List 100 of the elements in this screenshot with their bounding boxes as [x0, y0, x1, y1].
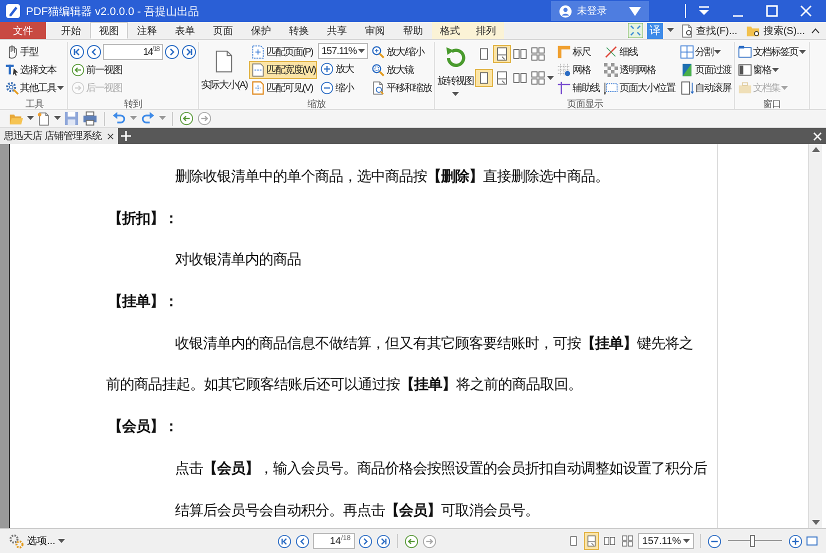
caret-icon [27, 116, 34, 121]
previous-page-icon[interactable] [294, 534, 310, 548]
group-label: 窗口 [762, 98, 782, 109]
paragraph-text: 收银清单内的商品信息不做结算，但又有其它顾客要结账时，可按【挂单】键先将之 [174, 334, 694, 354]
search-button[interactable]: 搜索(S)... [743, 24, 807, 38]
find-button[interactable]: 查找(F)... [678, 24, 740, 38]
maximize-icon[interactable] [766, 5, 778, 17]
ribbon-button[interactable]: 自动滚屏 [678, 79, 734, 97]
ribbon-button[interactable]: 透明网格 [602, 61, 678, 79]
ribbon-button[interactable]: 细线 [602, 43, 678, 61]
ribbon-button[interactable]: 其他工具 [3, 79, 66, 97]
menu-tab[interactable]: 页面 [204, 22, 242, 39]
menu-tab[interactable]: 排列 [468, 22, 504, 39]
ribbon-button[interactable]: 选择文本 [3, 61, 66, 79]
zoom-slider[interactable] [728, 535, 782, 547]
menu-tab[interactable]: 转换 [280, 22, 318, 39]
caret-icon [772, 68, 780, 72]
find-icon [680, 24, 694, 38]
zoom-combo[interactable]: 157.11% [318, 43, 368, 59]
new-file-icon[interactable] [37, 110, 51, 126]
menu-tab[interactable]: 文件 [0, 22, 46, 39]
guide-line-icon [557, 81, 572, 95]
ribbon-button[interactable]: 手型 [3, 43, 66, 61]
ribbon-button[interactable]: 页面过渡 [678, 61, 734, 79]
tabs-icon [738, 45, 752, 59]
ribbon-button[interactable]: 旋转视图 [436, 43, 474, 97]
close-icon[interactable] [813, 132, 822, 140]
next-page-icon[interactable] [358, 534, 373, 548]
zoom-in-icon[interactable] [788, 534, 803, 548]
zoom-in-icon [320, 62, 334, 76]
menu-tab[interactable]: 帮助 [394, 22, 432, 39]
slider-thumb[interactable] [750, 535, 756, 547]
menu-tab[interactable]: 开始 [52, 22, 90, 39]
print-icon[interactable] [82, 111, 98, 126]
caret-icon [358, 48, 366, 54]
caret-icon [781, 86, 788, 90]
ribbon-button[interactable]: 标尺 [555, 43, 602, 61]
last-page-icon[interactable] [181, 44, 197, 60]
ribbon-button[interactable]: 分割 [678, 43, 734, 61]
menu-tab[interactable]: 视图 [90, 22, 128, 39]
zoom-combo[interactable]: 157.11% [638, 533, 694, 549]
previous-page-icon[interactable] [86, 44, 102, 60]
zoom-out-icon[interactable] [706, 534, 722, 548]
options-button[interactable]: 选项... [8, 533, 66, 549]
facing-continuous-icon[interactable] [529, 45, 548, 63]
briefcase-icon [738, 81, 752, 95]
ribbon-button[interactable]: 页面大小/位置 [602, 79, 678, 97]
scroll-up-icon[interactable] [812, 147, 820, 152]
caret-icon [667, 28, 674, 33]
ribbon-button[interactable]: 窗格 [736, 61, 808, 79]
paragraph-text: 点击【会员】，输入会员号。商品价格会按照设置的会员折扣自动调整如设置了积分后 [174, 460, 708, 479]
menu-tab[interactable]: 共享 [318, 22, 356, 39]
ribbon-button[interactable]: 辅助线 [555, 79, 602, 97]
caret-icon [547, 76, 554, 80]
ribbon-button[interactable]: 放大 [318, 60, 368, 78]
ruler-icon [557, 45, 572, 59]
new-tab-icon[interactable] [121, 131, 132, 141]
menu-dropdown-icon[interactable] [698, 6, 710, 16]
fit-screen-icon[interactable] [628, 23, 644, 38]
caret-icon [57, 86, 64, 90]
single-page-icon[interactable] [475, 69, 494, 87]
menu-tab[interactable]: 格式 [432, 22, 468, 39]
ribbon-button[interactable]: 平移和缩放 [369, 79, 434, 97]
scroll-down-icon[interactable] [812, 520, 820, 525]
ribbon-button[interactable]: 放大/缩小 [369, 43, 434, 61]
menu-tab[interactable]: 表单 [166, 22, 204, 39]
panes-icon [738, 63, 752, 77]
first-page-icon[interactable] [69, 44, 85, 60]
ribbon-button[interactable]: 匹配页面(P) [249, 43, 318, 61]
fit-width-icon [251, 63, 266, 77]
next-page-icon[interactable] [164, 44, 180, 60]
menu-tab[interactable]: 注释 [128, 22, 166, 39]
ribbon-button[interactable]: 放大镜 [369, 61, 434, 79]
menu-tab[interactable]: 保护 [242, 22, 280, 39]
undo-icon[interactable] [111, 112, 127, 126]
facing-continuous-icon[interactable] [529, 69, 548, 87]
zoom-icon [371, 45, 386, 59]
split-icon [680, 45, 694, 59]
ribbon-button[interactable]: 匹配宽度(W) [249, 61, 318, 79]
first-page-icon[interactable] [276, 534, 292, 548]
continuous-page-icon[interactable] [584, 532, 600, 550]
gears-icon [8, 533, 24, 549]
close-icon[interactable] [800, 5, 812, 17]
folder-search-icon [745, 24, 762, 38]
last-page-icon[interactable] [376, 534, 391, 548]
caret-icon [130, 116, 137, 121]
redo-icon[interactable] [140, 112, 156, 126]
ribbon-button[interactable]: 文档标签页 [736, 43, 808, 61]
ribbon-button[interactable]: 前一视图 [69, 61, 197, 79]
close-tab-icon[interactable] [107, 132, 114, 140]
continuous-page-icon[interactable] [493, 45, 512, 63]
ribbon-button[interactable]: 匹配可见(V) [249, 79, 318, 97]
menu-tab[interactable]: 审阅 [356, 22, 394, 39]
ribbon-button[interactable]: 实际大小(A) [200, 43, 248, 97]
collapse-ribbon-icon[interactable] [811, 28, 820, 34]
fit-width-icon[interactable] [806, 536, 818, 546]
document-tab[interactable]: 思迅天店 店铺管理系统 [0, 128, 118, 144]
ribbon-button[interactable]: 网格 [555, 61, 602, 79]
account-button[interactable]: 未登录 [551, 1, 649, 21]
ribbon-button[interactable]: 缩小 [318, 79, 368, 97]
